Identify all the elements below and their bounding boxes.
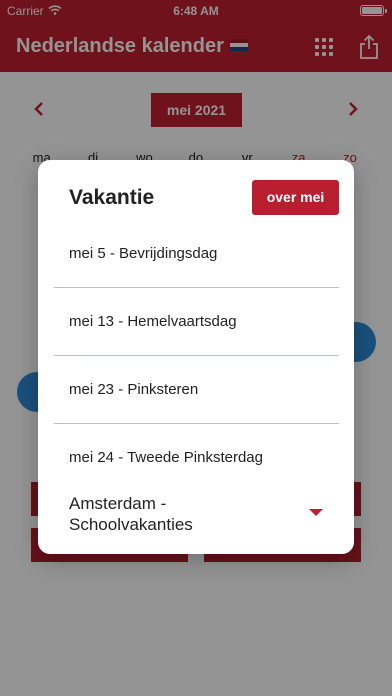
list-item[interactable]: mei 23 - Pinksteren [54, 356, 339, 424]
list-item[interactable]: mei 24 - Tweede Pinksterdag [54, 424, 339, 492]
region-dropdown[interactable]: Amsterdam - Schoolvakanties [69, 493, 323, 537]
about-month-button[interactable]: over mei [252, 180, 339, 215]
list-item[interactable]: mei 13 - Hemelvaartsdag [54, 288, 339, 356]
region-dropdown-label: Amsterdam - Schoolvakanties [69, 494, 193, 534]
list-item[interactable]: mei 5 - Bevrijdingsdag [54, 220, 339, 288]
caret-down-icon [309, 509, 323, 516]
holiday-dialog: Vakantie over mei mei 5 - Bevrijdingsdag… [38, 160, 354, 554]
dialog-title: Vakantie [69, 186, 155, 209]
holiday-list: mei 5 - Bevrijdingsdag mei 13 - Hemelvaa… [54, 220, 339, 492]
